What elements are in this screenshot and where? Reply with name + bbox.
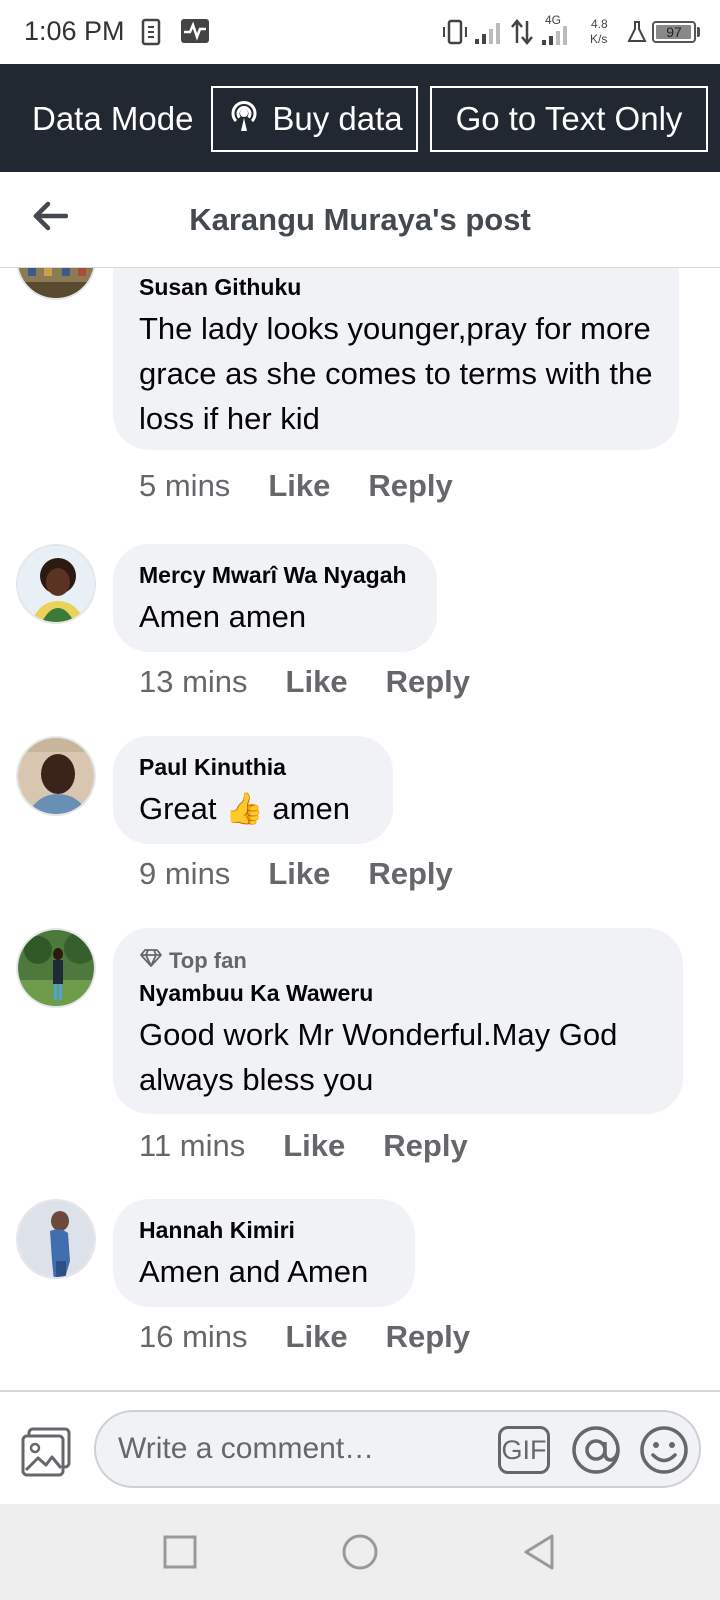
- system-nav-bar: [0, 1504, 720, 1600]
- comment-text: The lady looks younger,pray for more gra…: [139, 311, 653, 436]
- comment-bubble[interactable]: Top fan Nyambuu Ka Waweru Good work Mr W…: [113, 928, 683, 1114]
- battery-icon: 97: [652, 21, 696, 43]
- comment-text-end: amen: [272, 791, 350, 826]
- triangle-back-icon: [520, 1534, 560, 1576]
- gif-button[interactable]: GIF: [498, 1426, 550, 1474]
- diamond-icon: [139, 948, 163, 974]
- comment-bubble[interactable]: Hannah Kimiri Amen and Amen: [113, 1199, 415, 1307]
- recent-apps-button[interactable]: [160, 1532, 200, 1572]
- reply-button[interactable]: Reply: [383, 1128, 467, 1164]
- comment-actions: 5 mins Like Reply: [139, 468, 453, 504]
- thumbs-up-emoji: 👍: [225, 791, 264, 826]
- comment-bubble[interactable]: Mercy Mwarî Wa Nyagah Amen amen: [113, 544, 437, 652]
- top-fan-badge: Top fan: [139, 946, 657, 976]
- network-speed-value: 4.8: [591, 17, 608, 31]
- comment-text-start: Great: [139, 791, 217, 826]
- comment-timestamp[interactable]: 11 mins: [139, 1128, 245, 1164]
- comment-text: Amen and Amen: [139, 1254, 369, 1289]
- photo-icon: [20, 1427, 72, 1482]
- back-nav-button[interactable]: [520, 1532, 560, 1572]
- comments-list: Susan Githuku The lady looks younger,pra…: [0, 268, 720, 1390]
- comment-bubble[interactable]: Paul Kinuthia Great 👍 amen: [113, 736, 393, 844]
- text-only-button[interactable]: Go to Text Only: [430, 86, 708, 152]
- comment-timestamp[interactable]: 16 mins: [139, 1319, 248, 1355]
- home-button[interactable]: [340, 1532, 380, 1572]
- comment-author[interactable]: Susan Githuku: [139, 272, 653, 302]
- at-sign-icon: [570, 1426, 622, 1480]
- comment-timestamp[interactable]: 5 mins: [139, 468, 230, 504]
- avatar[interactable]: [16, 268, 96, 300]
- comment-text: Great 👍 amen: [139, 786, 367, 831]
- data-mode-label: Data Mode: [32, 100, 194, 137]
- status-bar: 1:06 PM 4G 4.8 K/s 97: [0, 0, 720, 64]
- comment-input-container: GIF: [94, 1410, 701, 1488]
- comment-composer: GIF: [0, 1390, 720, 1504]
- comment-actions: 9 mins Like Reply: [139, 856, 453, 892]
- square-icon: [160, 1535, 200, 1576]
- smiley-icon: [638, 1426, 690, 1480]
- comment-input[interactable]: [118, 1412, 478, 1486]
- buy-data-button[interactable]: Buy data: [211, 86, 418, 152]
- avatar[interactable]: [16, 928, 96, 1008]
- circle-icon: [340, 1534, 380, 1576]
- status-time: 1:06 PM: [24, 16, 125, 46]
- buy-data-label: Buy data: [272, 100, 403, 137]
- page-title: Karangu Muraya's post: [189, 202, 531, 237]
- broadcast-icon: [226, 97, 262, 141]
- comment-timestamp[interactable]: 9 mins: [139, 856, 230, 892]
- data-mode-bar: Data Mode Buy data Go to Text Only: [0, 64, 720, 172]
- device-info-icon: [141, 18, 161, 51]
- comment-author[interactable]: Hannah Kimiri: [139, 1215, 389, 1245]
- network-speed-unit: K/s: [590, 32, 608, 46]
- comment-author[interactable]: Nyambuu Ka Waweru: [139, 978, 657, 1008]
- post-header: Karangu Muraya's post: [0, 172, 720, 268]
- avatar[interactable]: [16, 544, 96, 624]
- comment-bubble[interactable]: Susan Githuku The lady looks younger,pra…: [113, 268, 679, 450]
- signal-strength-2-icon: [540, 26, 572, 51]
- comment-timestamp[interactable]: 13 mins: [139, 664, 248, 700]
- vibrate-icon: [441, 18, 469, 51]
- data-transfer-icon: [510, 18, 534, 51]
- lab-flask-icon: [626, 20, 648, 49]
- comment-author[interactable]: Mercy Mwarî Wa Nyagah: [139, 560, 411, 590]
- comment-actions: 11 mins Like Reply: [139, 1128, 468, 1164]
- avatar[interactable]: [16, 736, 96, 816]
- reply-button[interactable]: Reply: [386, 664, 470, 700]
- like-button[interactable]: Like: [268, 856, 330, 892]
- reply-button[interactable]: Reply: [386, 1319, 470, 1355]
- comment-author[interactable]: Paul Kinuthia: [139, 752, 367, 782]
- reply-button[interactable]: Reply: [368, 856, 452, 892]
- avatar[interactable]: [16, 1199, 96, 1279]
- comment-text: Good work Mr Wonderful.May God always bl…: [139, 1017, 618, 1097]
- text-only-label: Go to Text Only: [455, 100, 683, 137]
- battery-nub: [697, 27, 700, 37]
- emoji-button[interactable]: [638, 1424, 690, 1476]
- like-button[interactable]: Like: [283, 1128, 345, 1164]
- comment-actions: 16 mins Like Reply: [139, 1319, 470, 1355]
- comment-actions: 13 mins Like Reply: [139, 664, 470, 700]
- signal-strength-icon: [474, 18, 504, 51]
- battery-level: 97: [666, 24, 682, 40]
- comment-text: Amen amen: [139, 599, 307, 634]
- like-button[interactable]: Like: [286, 664, 348, 700]
- reply-button[interactable]: Reply: [368, 468, 452, 504]
- add-photo-button[interactable]: [20, 1426, 72, 1478]
- like-button[interactable]: Like: [268, 468, 330, 504]
- top-fan-label: Top fan: [169, 948, 247, 973]
- mention-button[interactable]: [570, 1424, 622, 1476]
- activity-monitor-icon: [180, 18, 210, 49]
- like-button[interactable]: Like: [286, 1319, 348, 1355]
